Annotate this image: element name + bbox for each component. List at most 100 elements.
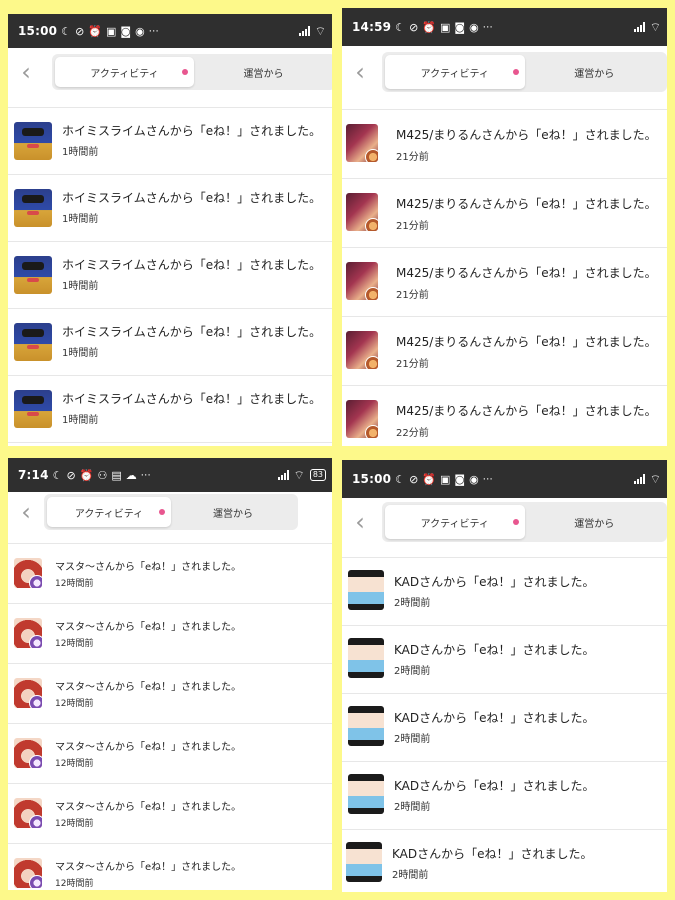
panel-bottom-right: 15:00 ☾ ⊘ ⏰ ▣ ◙ ◉ ⋯ ⌔ ‹ アクティビティ 運営から KAD… <box>342 460 667 892</box>
notification-message: ホイミスライムさんから「eね！」されました。 <box>62 392 322 406</box>
avatar[interactable] <box>14 390 52 428</box>
avatar[interactable] <box>14 858 42 888</box>
avatar[interactable] <box>14 738 42 768</box>
notification-time: 22分前 <box>396 428 429 439</box>
more-icon: ⋯ <box>482 21 493 33</box>
tab-activity-label: アクティビティ <box>90 68 159 80</box>
avatar[interactable] <box>346 124 378 162</box>
notification-message: マスタ〜さんから「eね！」されました。 <box>55 802 242 813</box>
avatar[interactable] <box>348 774 384 814</box>
tab-activity[interactable]: アクティビティ <box>55 57 194 87</box>
notification-time: 12時間前 <box>55 579 94 589</box>
notification-message: マスタ〜さんから「eね！」されました。 <box>55 742 242 753</box>
notification-list: M425/まりるんさんから「eね！」されました。 21分前 M425/まりるんさ… <box>342 109 667 446</box>
avatar[interactable] <box>346 193 378 231</box>
avatar[interactable] <box>14 256 52 294</box>
list-item[interactable]: M425/まりるんさんから「eね！」されました。 21分前 <box>342 179 667 248</box>
status-bar: 14:59 ☾ ⊘ ⏰ ▣ ◙ ◉ ⋯ ⌔ <box>342 8 667 46</box>
avatar[interactable] <box>14 122 52 160</box>
avatar[interactable] <box>14 189 52 227</box>
avatar[interactable] <box>14 618 42 648</box>
list-item[interactable]: マスタ〜さんから「eね！」されました。 12時間前 <box>8 544 332 604</box>
notification-time: 1時間前 <box>62 147 99 158</box>
list-item[interactable]: マスタ〜さんから「eね！」されました。 12時間前 <box>8 724 332 784</box>
badge-icon <box>365 425 378 438</box>
cloud-icon: ☁ <box>125 468 137 482</box>
list-item[interactable]: KADさんから「eね！」されました。 2時間前 <box>342 626 667 694</box>
tab-bar: アクティビティ 運営から <box>382 52 667 92</box>
list-item[interactable]: KADさんから「eね！」されました。 2時間前 <box>342 830 667 892</box>
wifi-icon: ⌔ <box>649 19 661 34</box>
notification-message: M425/まりるんさんから「eね！」されました。 <box>396 197 657 211</box>
notification-time: 1時間前 <box>62 415 99 426</box>
notification-dot-icon <box>512 69 519 75</box>
list-item[interactable]: マスタ〜さんから「eね！」されました。 12時間前 <box>8 844 332 890</box>
list-item[interactable]: ホイミスライムさんから「eね！」されました。 1時間前 <box>8 309 332 376</box>
app-icon: ▣ <box>106 24 117 38</box>
avatar[interactable] <box>348 638 384 678</box>
tab-official[interactable]: 運営から <box>194 57 332 87</box>
list-item[interactable]: M425/まりるんさんから「eね！」されました。 21分前 <box>342 317 667 386</box>
status-time: 14:59 <box>352 20 392 34</box>
list-item[interactable]: マスタ〜さんから「eね！」されました。 12時間前 <box>8 784 332 844</box>
moon-icon: ☾ <box>61 24 72 38</box>
tab-activity[interactable]: アクティビティ <box>385 505 525 539</box>
list-item[interactable]: M425/まりるんさんから「eね！」されました。 22分前 <box>342 386 667 446</box>
back-arrow-icon[interactable]: ‹ <box>8 500 44 524</box>
avatar[interactable] <box>348 706 384 746</box>
tab-official[interactable]: 運営から <box>525 505 665 539</box>
notification-message: ホイミスライムさんから「eね！」されました。 <box>62 191 322 205</box>
status-time: 15:00 <box>352 472 392 486</box>
status-icons: ☾ ⊘ ⏰ ▣ ◙ ◉ ⋯ <box>395 473 493 486</box>
list-item[interactable]: ホイミスライムさんから「eね！」されました。 1時間前 <box>8 242 332 309</box>
notification-time: 21分前 <box>396 221 429 232</box>
list-item[interactable]: KADさんから「eね！」されました。 2時間前 <box>342 762 667 830</box>
avatar[interactable] <box>14 678 42 708</box>
alarm-off-icon: ⊘ <box>75 24 85 38</box>
notification-message: ホイミスライムさんから「eね！」されました。 <box>62 124 322 138</box>
avatar[interactable] <box>346 331 378 369</box>
app-icon: ▣ <box>440 20 451 34</box>
tab-official[interactable]: 運営から <box>171 497 295 527</box>
list-item[interactable]: M425/まりるんさんから「eね！」されました。 21分前 <box>342 110 667 179</box>
list-item[interactable]: マスタ〜さんから「eね！」されました。 12時間前 <box>8 604 332 664</box>
notification-list: KADさんから「eね！」されました。 2時間前 KADさんから「eね！」されまし… <box>342 557 667 892</box>
avatar[interactable] <box>346 842 382 882</box>
badge-icon <box>29 635 42 648</box>
list-item[interactable]: KADさんから「eね！」されました。 2時間前 <box>342 558 667 626</box>
tab-activity[interactable]: アクティビティ <box>385 55 525 89</box>
back-arrow-icon[interactable]: ‹ <box>8 60 44 84</box>
tab-official-label: 運営から <box>574 68 615 80</box>
panel-top-left: 15:00 ☾ ⊘ ⏰ ▣ ◙ ◉ ⋯ ⌔ ‹ アクティビティ 運営から ホイミ… <box>8 14 332 446</box>
tab-bar: アクティビティ 運営から <box>382 502 667 542</box>
back-arrow-icon[interactable]: ‹ <box>342 510 378 534</box>
tab-official[interactable]: 運営から <box>525 55 665 89</box>
avatar[interactable] <box>346 400 378 438</box>
avatar[interactable] <box>14 323 52 361</box>
list-item[interactable]: マスタ〜さんから「eね！」されました。 12時間前 <box>8 664 332 724</box>
status-icons: ☾ ⊘ ⏰ ⚇ ▤ ☁ ⋯ <box>53 469 151 482</box>
alarm-icon: ⏰ <box>422 20 436 34</box>
battery-icon: 83 <box>309 469 326 481</box>
notification-time: 21分前 <box>396 359 429 370</box>
avatar[interactable] <box>14 558 42 588</box>
badge-icon <box>29 875 42 888</box>
list-item[interactable]: ホイミスライムさんから「eね！」されました。 1時間前 <box>8 108 332 175</box>
wifi-icon: ⌔ <box>649 471 661 486</box>
avatar[interactable] <box>346 262 378 300</box>
notification-time: 21分前 <box>396 152 429 163</box>
list-item[interactable]: KADさんから「eね！」されました。 2時間前 <box>342 694 667 762</box>
tab-activity[interactable]: アクティビティ <box>47 497 171 527</box>
notification-message: KADさんから「eね！」されました。 <box>394 779 595 793</box>
list-item[interactable]: ホイミスライムさんから「eね！」されました。 1時間前 <box>8 376 332 443</box>
alarm-off-icon: ⊘ <box>66 468 76 482</box>
notification-time: 2時間前 <box>392 870 429 881</box>
more-icon: ⋯ <box>140 469 151 481</box>
signal-icon <box>633 474 645 484</box>
avatar[interactable] <box>14 798 42 828</box>
notification-time: 2時間前 <box>394 734 431 745</box>
back-arrow-icon[interactable]: ‹ <box>342 60 378 84</box>
list-item[interactable]: ホイミスライムさんから「eね！」されました。 1時間前 <box>8 175 332 242</box>
avatar[interactable] <box>348 570 384 610</box>
list-item[interactable]: M425/まりるんさんから「eね！」されました。 21分前 <box>342 248 667 317</box>
